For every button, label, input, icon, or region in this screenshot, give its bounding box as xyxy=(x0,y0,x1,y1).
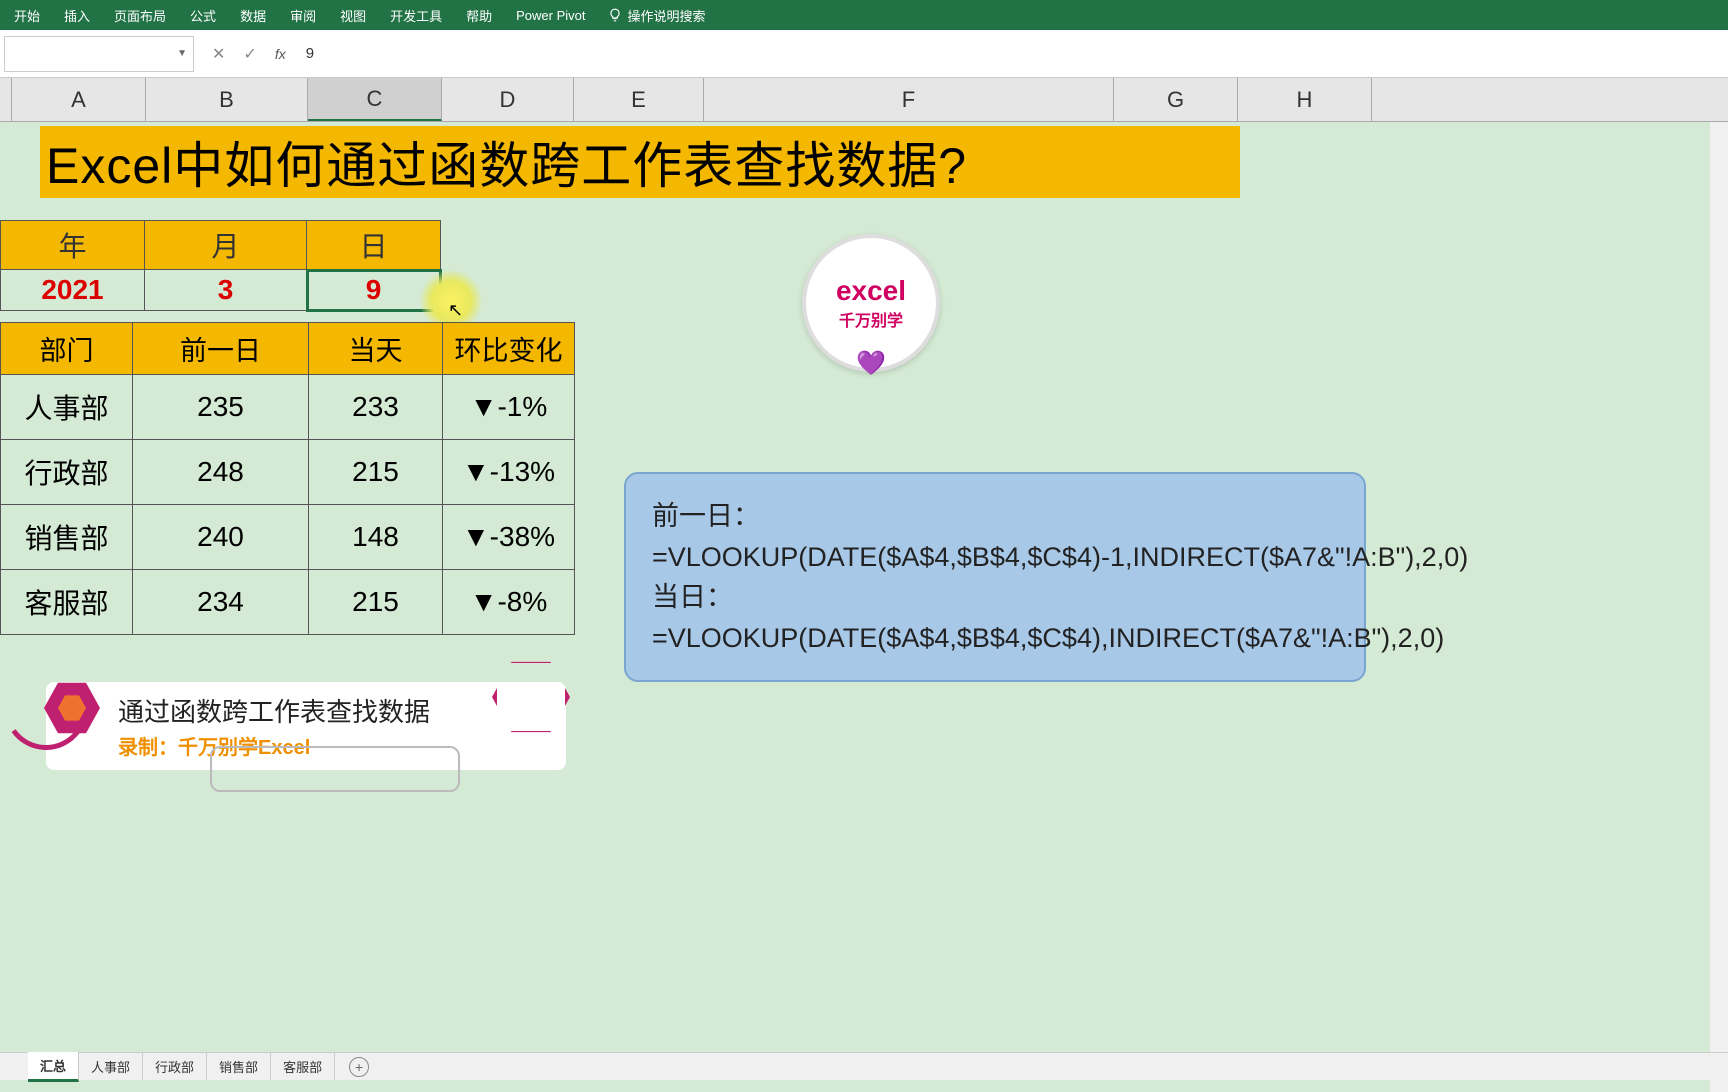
ribbon-tab-page-layout[interactable]: 页面布局 xyxy=(102,6,178,25)
ribbon-tab-insert[interactable]: 插入 xyxy=(52,6,102,25)
formula-controls: ✕ ✓ fx xyxy=(212,44,286,64)
table-header-change[interactable]: 环比变化 xyxy=(443,323,575,375)
table-row[interactable]: 人事部 235 233 ▼-1% xyxy=(1,375,575,440)
heart-icon: 💜 xyxy=(856,349,886,378)
table-header-dept[interactable]: 部门 xyxy=(1,323,133,375)
data-table: 部门 前一日 当天 环比变化 人事部 235 233 ▼-1% 行政部 248 … xyxy=(0,322,575,635)
date-header-day[interactable]: 日 xyxy=(307,221,441,270)
column-header-A[interactable]: A xyxy=(12,78,146,121)
lightbulb-icon xyxy=(608,8,622,22)
ribbon-tab-help[interactable]: 帮助 xyxy=(454,6,504,25)
table-row[interactable]: 销售部 240 148 ▼-38% xyxy=(1,505,575,570)
add-sheet-button[interactable]: + xyxy=(349,1057,369,1077)
formula-note-box: 前一日： =VLOOKUP(DATE($A$4,$B$4,$C$4)-1,IND… xyxy=(624,472,1366,682)
cell-today[interactable]: 233 xyxy=(309,375,443,440)
logo-text-2: 千万别学 xyxy=(839,307,903,331)
column-header-F[interactable]: F xyxy=(704,78,1114,121)
sheet-tab-admin[interactable]: 行政部 xyxy=(143,1053,207,1080)
date-header-year[interactable]: 年 xyxy=(1,221,145,270)
column-header-H[interactable]: H xyxy=(1238,78,1372,121)
sheet-tabs-bar: 汇总 人事部 行政部 销售部 客服部 + xyxy=(0,1052,1728,1080)
title-banner: Excel中如何通过函数跨工作表查找数据? xyxy=(40,126,1240,198)
ribbon-tell-me[interactable]: 操作说明搜索 xyxy=(608,6,706,25)
sheet-tab-sales[interactable]: 销售部 xyxy=(207,1053,271,1080)
ribbon-tab-view[interactable]: 视图 xyxy=(328,6,378,25)
note-label-today: 当日： xyxy=(652,577,1338,618)
cell-dept[interactable]: 客服部 xyxy=(1,570,133,635)
cell-prev[interactable]: 240 xyxy=(133,505,309,570)
logo-badge: excel 千万别学 💜 xyxy=(802,234,940,372)
vertical-scrollbar[interactable] xyxy=(1710,122,1728,1092)
under-box-decoration xyxy=(210,746,460,792)
sheet-tab-hr[interactable]: 人事部 xyxy=(79,1053,143,1080)
date-value-month[interactable]: 3 xyxy=(145,270,307,311)
cell-dept[interactable]: 人事部 xyxy=(1,375,133,440)
cell-change[interactable]: ▼-13% xyxy=(443,440,575,505)
page-title: Excel中如何通过函数跨工作表查找数据? xyxy=(46,126,967,198)
logo-text-1: excel xyxy=(836,275,906,307)
ribbon-tab-dev-tools[interactable]: 开发工具 xyxy=(378,6,454,25)
note-formula-prev: =VLOOKUP(DATE($A$4,$B$4,$C$4)-1,INDIRECT… xyxy=(652,537,1338,578)
cell-change[interactable]: ▼-1% xyxy=(443,375,575,440)
note-label-prev: 前一日： xyxy=(652,496,1338,537)
column-header-D[interactable]: D xyxy=(442,78,574,121)
confirm-icon[interactable]: ✓ xyxy=(243,44,256,64)
cell-today[interactable]: 215 xyxy=(309,570,443,635)
ribbon-tab-start[interactable]: 开始 xyxy=(10,6,52,25)
cell-today[interactable]: 215 xyxy=(309,440,443,505)
cell-prev[interactable]: 235 xyxy=(133,375,309,440)
table-row[interactable]: 客服部 234 215 ▼-8% xyxy=(1,570,575,635)
cell-dept[interactable]: 销售部 xyxy=(1,505,133,570)
chevron-down-icon: ▼ xyxy=(177,48,187,59)
worksheet-area[interactable]: Excel中如何通过函数跨工作表查找数据? 年 月 日 2021 3 9 ↖ 部… xyxy=(0,122,1728,1092)
ribbon-tab-data[interactable]: 数据 xyxy=(228,6,278,25)
cell-prev[interactable]: 234 xyxy=(133,570,309,635)
formula-bar: ▼ ✕ ✓ fx 9 xyxy=(0,30,1728,78)
ribbon-search-label: 操作说明搜索 xyxy=(628,6,706,25)
ribbon-tab-power-pivot[interactable]: Power Pivot xyxy=(504,8,597,23)
note-formula-today: =VLOOKUP(DATE($A$4,$B$4,$C$4),INDIRECT($… xyxy=(652,618,1338,659)
cell-today[interactable]: 148 xyxy=(309,505,443,570)
sheet-tab-summary[interactable]: 汇总 xyxy=(28,1052,79,1082)
table-header-today[interactable]: 当天 xyxy=(309,323,443,375)
cell-dept[interactable]: 行政部 xyxy=(1,440,133,505)
formula-input[interactable]: 9 xyxy=(306,45,314,62)
ribbon-tab-formulas[interactable]: 公式 xyxy=(178,6,228,25)
sheet-tab-service[interactable]: 客服部 xyxy=(271,1053,335,1080)
column-header-G[interactable]: G xyxy=(1114,78,1238,121)
cell-change[interactable]: ▼-38% xyxy=(443,505,575,570)
cancel-icon[interactable]: ✕ xyxy=(212,44,225,64)
date-value-year[interactable]: 2021 xyxy=(1,270,145,311)
fx-icon[interactable]: fx xyxy=(275,46,286,62)
name-box[interactable]: ▼ xyxy=(4,36,194,72)
column-header-B[interactable]: B xyxy=(146,78,308,121)
ribbon: 开始 插入 页面布局 公式 数据 审阅 视图 开发工具 帮助 Power Piv… xyxy=(0,0,1728,30)
caption-title: 通过函数跨工作表查找数据 xyxy=(118,692,550,729)
cursor-icon: ↖ xyxy=(448,300,463,321)
cell-change[interactable]: ▼-8% xyxy=(443,570,575,635)
column-headers: A B C D E F G H xyxy=(0,78,1728,122)
column-header-C[interactable]: C xyxy=(308,78,442,121)
date-header-month[interactable]: 月 xyxy=(145,221,307,270)
table-header-prev[interactable]: 前一日 xyxy=(133,323,309,375)
column-header-E[interactable]: E xyxy=(574,78,704,121)
cell-prev[interactable]: 248 xyxy=(133,440,309,505)
date-table: 年 月 日 2021 3 9 xyxy=(0,220,441,311)
table-row[interactable]: 行政部 248 215 ▼-13% xyxy=(1,440,575,505)
ribbon-tab-review[interactable]: 审阅 xyxy=(278,6,328,25)
select-all-corner[interactable] xyxy=(0,78,12,121)
